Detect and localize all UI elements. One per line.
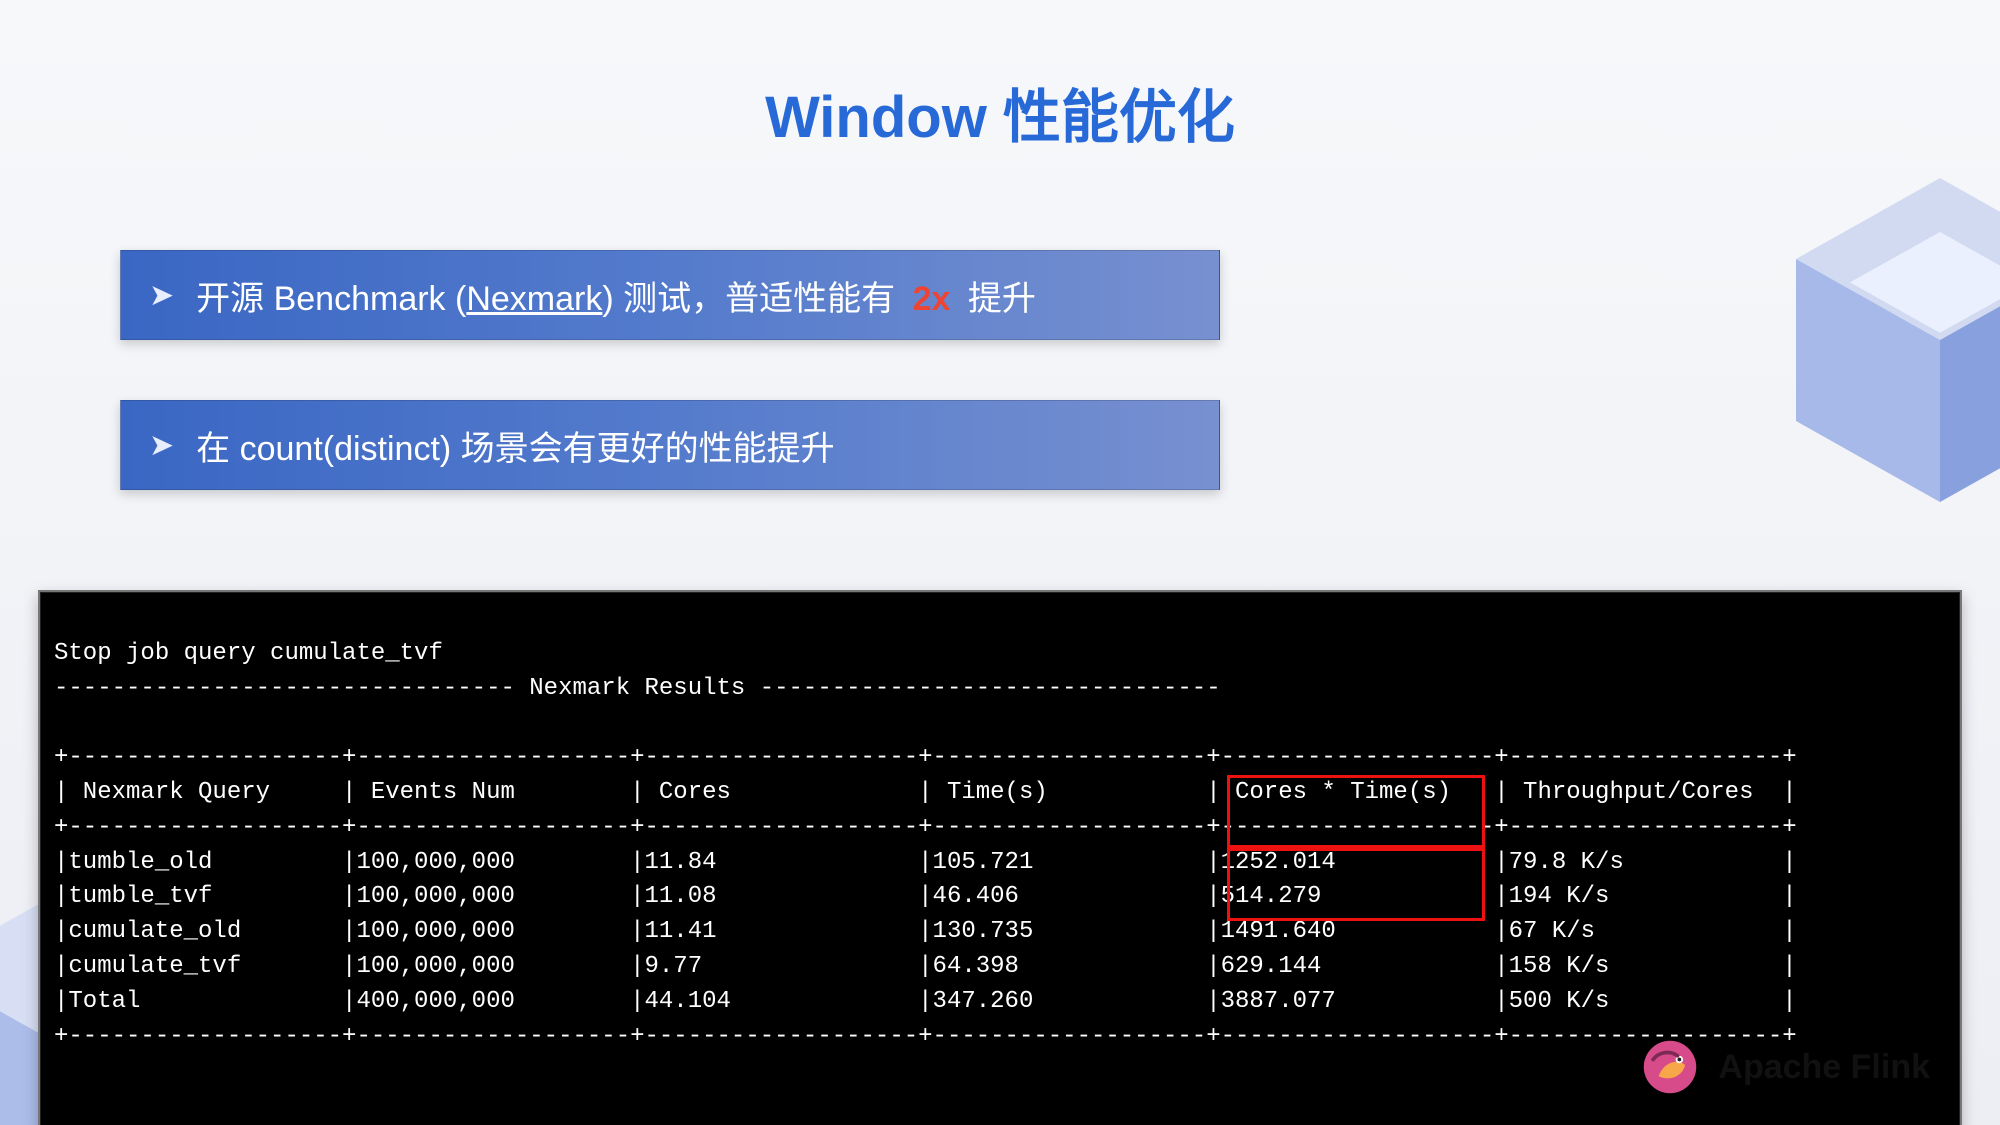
callout1-pre: 开源 Benchmark ( [196,280,466,318]
term-rule: +-------------------+-------------------… [54,1023,1797,1050]
footer-brand: Apache Flink [1718,1048,1930,1087]
table-row: |Total |400,000,000 |44.104 |347.260 |38… [54,988,1797,1015]
callout-countdistinct: ➤ 在 count(distinct) 场景会有更好的性能提升 [120,400,1220,490]
term-header-row: | Nexmark Query | Events Num | Cores | T… [54,779,1797,806]
slide-title: Window 性能优化 [0,70,2000,154]
callout1-highlight: 2x [913,280,951,318]
callout-text: 开源 Benchmark (Nexmark) 测试，普适性能有 2x 提升 [196,271,1036,320]
chevron-right-icon: ➤ [149,428,174,463]
term-banner: -------------------------------- Nexmark… [54,675,1221,702]
highlight-box-cumulate [1227,845,1485,921]
slide-root: { "title": "Window 性能优化", "callout1": { … [0,0,2000,1125]
footer: Apache Flink [1640,1037,1930,1097]
cube-decoration-top-right [1760,160,2000,520]
callout1-post: 提升 [958,280,1035,318]
callout1-mid: ) 测试，普适性能有 [602,280,904,318]
term-rule: +-------------------+-------------------… [54,744,1797,771]
chevron-right-icon: ➤ [149,278,174,313]
table-row: |cumulate_old |100,000,000 |11.41 |130.7… [54,918,1797,945]
term-stop-line: Stop job query cumulate_tvf [54,640,443,667]
table-row: |tumble_tvf |100,000,000 |11.08 |46.406 … [54,883,1797,910]
table-row: |tumble_old |100,000,000 |11.84 |105.721… [54,849,1797,876]
callout-text: 在 count(distinct) 场景会有更好的性能提升 [196,421,835,470]
highlight-box-tumble [1227,775,1485,851]
callout1-link: Nexmark [466,280,602,318]
flink-logo-icon [1640,1037,1700,1097]
callout-benchmark: ➤ 开源 Benchmark (Nexmark) 测试，普适性能有 2x 提升 [120,250,1220,340]
term-rule: +-------------------+-------------------… [54,814,1797,841]
table-row: |cumulate_tvf |100,000,000 |9.77 |64.398… [54,953,1797,980]
